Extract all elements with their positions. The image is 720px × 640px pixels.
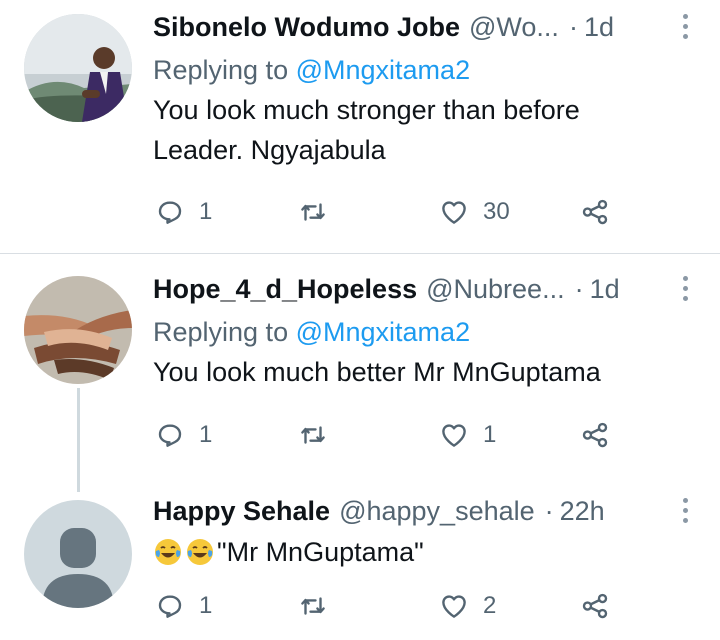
timestamp[interactable]: 1d bbox=[590, 274, 620, 305]
more-options-icon[interactable] bbox=[678, 276, 692, 306]
tweet-text-line: "Mr MnGuptama" bbox=[217, 537, 424, 567]
replying-to-label: Replying to bbox=[153, 317, 289, 347]
author-handle[interactable]: @Wo... bbox=[469, 12, 559, 43]
reply-button[interactable]: 1 bbox=[155, 194, 212, 230]
reply-button[interactable]: 1 bbox=[155, 417, 212, 453]
tweet-content: Hope_4_d_Hopeless @Nubree... · 1d Replyi… bbox=[153, 270, 700, 392]
tweet-header: Hope_4_d_Hopeless @Nubree... · 1d bbox=[153, 270, 700, 308]
face-with-tears-of-joy-icon bbox=[155, 539, 181, 565]
replying-to: Replying to @Mngxitama2 bbox=[153, 312, 700, 352]
share-icon bbox=[582, 422, 608, 448]
reply-icon bbox=[158, 424, 182, 447]
replying-to-mention[interactable]: @Mngxitama2 bbox=[296, 55, 470, 85]
replying-to: Replying to @Mngxitama2 bbox=[153, 50, 700, 90]
reply-count: 1 bbox=[199, 592, 213, 619]
reply-icon bbox=[158, 595, 182, 618]
avatar[interactable] bbox=[24, 276, 132, 384]
tweet-header: Sibonelo Wodumo Jobe @Wo... · 1d bbox=[153, 8, 700, 46]
thread-connector bbox=[77, 388, 80, 492]
retweet-button[interactable] bbox=[298, 588, 342, 624]
more-options-icon[interactable] bbox=[678, 498, 692, 528]
tweet-2[interactable]: Hope_4_d_Hopeless @Nubree... · 1d Replyi… bbox=[0, 254, 720, 640]
share-button[interactable] bbox=[580, 417, 610, 453]
share-button[interactable] bbox=[580, 194, 610, 230]
author-name[interactable]: Hope_4_d_Hopeless bbox=[153, 274, 417, 305]
tweet-content: Happy Sehale @happy_sehale · 22h "Mr MnG… bbox=[153, 492, 700, 572]
tweet-text: "Mr MnGuptama" bbox=[153, 532, 700, 572]
timestamp[interactable]: 1d bbox=[584, 12, 614, 43]
tweet-text-line: You look much stronger than before bbox=[153, 95, 580, 125]
author-name[interactable]: Happy Sehale bbox=[153, 496, 330, 527]
share-icon bbox=[582, 593, 608, 619]
tweet-actions: 1 30 bbox=[153, 194, 633, 230]
heart-icon bbox=[442, 201, 466, 224]
timestamp[interactable]: 22h bbox=[560, 496, 605, 527]
heart-icon bbox=[442, 595, 466, 618]
tweet-1[interactable]: Sibonelo Wodumo Jobe @Wo... · 1d Replyin… bbox=[0, 0, 720, 252]
tweet-actions: 1 1 bbox=[153, 417, 633, 453]
tweet-text: You look much stronger than before Leade… bbox=[153, 90, 700, 170]
author-handle[interactable]: @Nubree... bbox=[426, 274, 564, 305]
tweet-content: Sibonelo Wodumo Jobe @Wo... · 1d Replyin… bbox=[153, 8, 700, 170]
avatar[interactable] bbox=[24, 500, 132, 608]
tweet-3[interactable]: Happy Sehale @happy_sehale · 22h "Mr MnG… bbox=[0, 492, 720, 640]
author-name[interactable]: Sibonelo Wodumo Jobe bbox=[153, 12, 460, 43]
separator-dot: · bbox=[544, 495, 554, 526]
retweet-icon bbox=[301, 597, 325, 615]
like-count: 2 bbox=[483, 592, 497, 619]
tweet-text-line: Leader. Ngyajabula bbox=[153, 135, 386, 165]
author-handle[interactable]: @happy_sehale bbox=[339, 496, 535, 527]
like-count: 30 bbox=[483, 198, 510, 225]
heart-icon bbox=[442, 424, 466, 447]
retweet-button[interactable] bbox=[298, 417, 342, 453]
tweet-actions: 1 2 bbox=[153, 588, 633, 624]
like-count: 1 bbox=[483, 421, 497, 448]
avatar[interactable] bbox=[24, 14, 132, 122]
share-icon bbox=[582, 199, 608, 225]
tweet-text: You look much better Mr MnGuptama bbox=[153, 352, 700, 392]
tweet-header: Happy Sehale @happy_sehale · 22h bbox=[153, 492, 700, 530]
retweet-icon bbox=[301, 426, 325, 444]
like-button[interactable]: 1 bbox=[439, 417, 496, 453]
retweet-button[interactable] bbox=[298, 194, 342, 230]
more-options-icon[interactable] bbox=[678, 14, 692, 44]
face-with-tears-of-joy-icon bbox=[187, 539, 213, 565]
share-button[interactable] bbox=[580, 588, 610, 624]
replying-to-label: Replying to bbox=[153, 55, 289, 85]
like-button[interactable]: 2 bbox=[439, 588, 496, 624]
reply-icon bbox=[158, 201, 182, 224]
tweet-text-line: You look much better Mr MnGuptama bbox=[153, 357, 601, 387]
reply-count: 1 bbox=[199, 421, 213, 448]
retweet-icon bbox=[301, 203, 325, 221]
like-button[interactable]: 30 bbox=[439, 194, 510, 230]
reply-button[interactable]: 1 bbox=[155, 588, 212, 624]
tweet-thread: Sibonelo Wodumo Jobe @Wo... · 1d Replyin… bbox=[0, 0, 720, 640]
replying-to-mention[interactable]: @Mngxitama2 bbox=[296, 317, 470, 347]
separator-dot: · bbox=[568, 11, 578, 42]
separator-dot: · bbox=[574, 273, 584, 304]
reply-count: 1 bbox=[199, 198, 213, 225]
